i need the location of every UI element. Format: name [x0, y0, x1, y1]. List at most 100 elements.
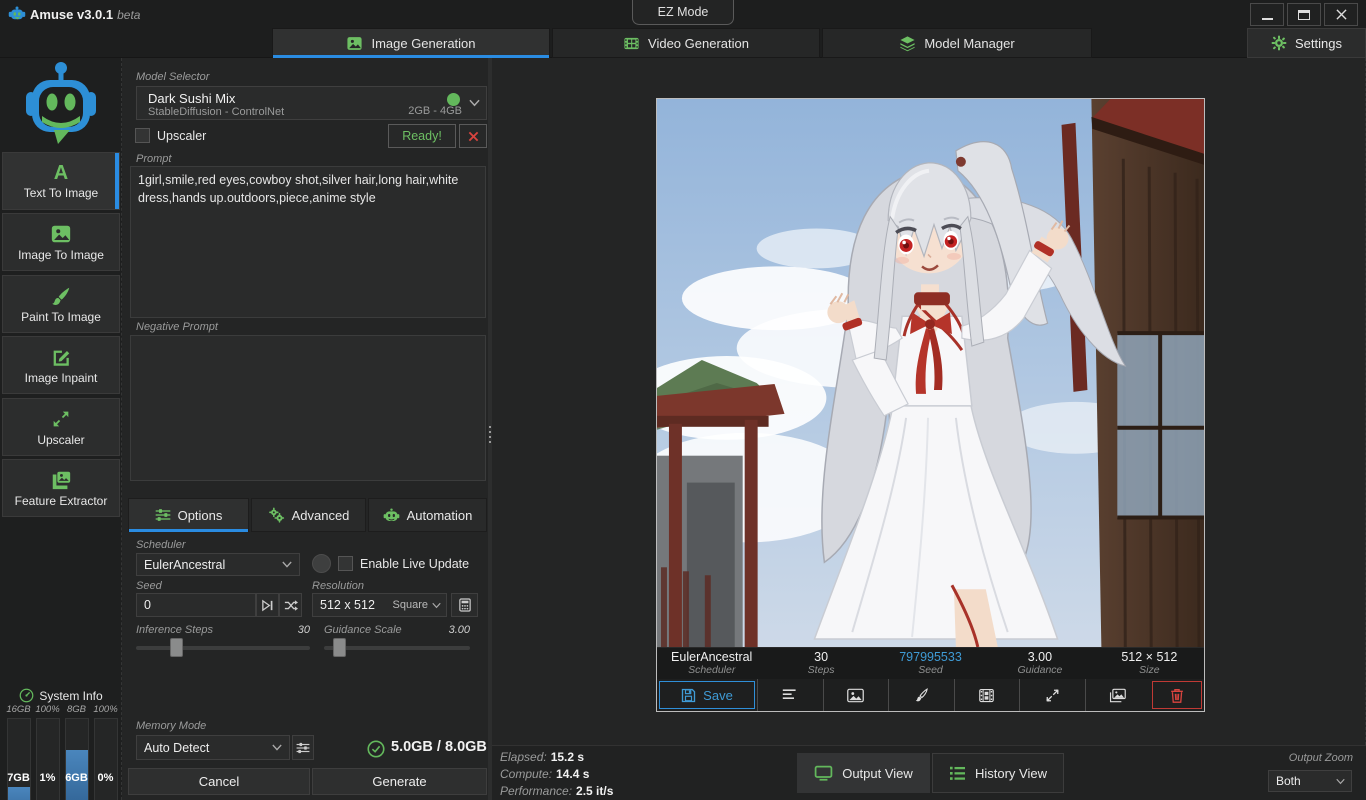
memory-mode-dropdown[interactable]: Auto Detect	[136, 735, 290, 760]
title-bar: Amuse v3.0.1beta EZ Mode	[0, 0, 1366, 28]
generated-image-card: EulerAncestralScheduler 30Steps 79799553…	[656, 98, 1205, 712]
guidance-scale-slider[interactable]	[324, 646, 470, 650]
app-logo-icon	[8, 5, 26, 23]
shuffle-icon	[284, 599, 298, 612]
sidebar-item-text-to-image[interactable]: A Text To Image	[2, 152, 120, 210]
memory-mode-value: Auto Detect	[137, 741, 272, 755]
generate-button[interactable]: Generate	[312, 768, 487, 795]
sidebar-item-paint-to-image[interactable]: Paint To Image	[2, 275, 120, 333]
history-view-button[interactable]: History View	[932, 753, 1064, 793]
chevron-down-icon	[282, 561, 292, 568]
vram-value: 6GB	[62, 772, 91, 784]
sidebar-item-image-inpaint[interactable]: Image Inpaint	[2, 336, 120, 394]
stat-steps: 30Steps	[766, 648, 875, 679]
ready-button[interactable]: Ready!	[388, 124, 456, 148]
seed-value: 0	[137, 598, 255, 612]
red-x-icon	[468, 131, 479, 142]
image-icon	[346, 35, 363, 52]
tab-options[interactable]: Options	[128, 498, 249, 532]
sidebar-item-upscaler[interactable]: Upscaler	[2, 398, 120, 456]
ez-mode-button[interactable]: EZ Mode	[632, 0, 734, 25]
model-memory: 2GB - 4GB	[408, 105, 462, 117]
save-icon	[681, 688, 696, 703]
letter-a-icon: A	[54, 163, 68, 183]
negative-prompt-label: Negative Prompt	[136, 321, 218, 333]
negative-prompt-input[interactable]	[130, 335, 486, 481]
maximize-icon	[1298, 10, 1310, 20]
guidance-slider-handle[interactable]	[333, 638, 346, 657]
check-circle-icon	[367, 740, 385, 758]
seed-increment-button[interactable]	[256, 593, 279, 617]
resolution-group: 512 x 512 Square	[312, 593, 447, 617]
model-selector-dropdown[interactable]: Dark Sushi Mix StableDiffusion - Control…	[136, 86, 487, 120]
send-to-paint-button[interactable]	[888, 679, 954, 711]
send-to-video-button[interactable]	[954, 679, 1020, 711]
gear-icon	[1271, 35, 1287, 51]
inference-steps-slider[interactable]	[136, 646, 310, 650]
skip-end-icon	[261, 599, 274, 612]
sidebar-item-feature-extractor[interactable]: Feature Extractor	[2, 459, 120, 517]
performance-status: Performance:2.5 it/s	[500, 784, 613, 798]
live-update-checkbox[interactable]	[338, 556, 353, 571]
aspect-value[interactable]: Square	[393, 599, 428, 611]
system-info-header: System Info	[0, 688, 122, 703]
tab-model-manager[interactable]: Model Manager	[822, 28, 1092, 58]
model-subtitle: StableDiffusion - ControlNet	[148, 106, 284, 118]
save-label: Save	[703, 688, 733, 703]
cpu-meter	[36, 718, 60, 800]
scheduler-label: Scheduler	[136, 539, 186, 551]
copy-prompt-button[interactable]	[757, 679, 823, 711]
sliders-icon	[155, 508, 171, 522]
delete-image-button[interactable]	[1152, 681, 1202, 709]
inference-steps-value: 30	[270, 624, 310, 636]
resolution-calculator-button[interactable]	[451, 593, 478, 617]
settings-button[interactable]: Settings	[1247, 28, 1366, 58]
sidebar: AMUSE A Text To Image Image To Image Pai…	[0, 58, 122, 800]
seed-label: Seed	[136, 580, 162, 592]
scheduler-dropdown[interactable]: EulerAncestral	[136, 553, 300, 576]
seed-link[interactable]: 797995533	[876, 650, 985, 664]
system-info-title: System Info	[39, 689, 102, 703]
resize-arrows-icon	[1045, 688, 1060, 703]
tab-image-generation[interactable]: Image Generation	[272, 28, 550, 58]
inference-slider-handle[interactable]	[170, 638, 183, 657]
tab-automation[interactable]: Automation	[368, 498, 487, 532]
close-icon	[1336, 9, 1347, 20]
film-icon	[979, 688, 994, 703]
close-button[interactable]	[1324, 3, 1358, 26]
seed-input[interactable]: 0	[136, 593, 256, 617]
maximize-button[interactable]	[1287, 3, 1321, 26]
unload-model-button[interactable]	[459, 124, 487, 148]
edit-square-icon	[50, 346, 72, 368]
send-to-image-button[interactable]	[823, 679, 889, 711]
tab-label: Video Generation	[648, 36, 749, 51]
upscale-button[interactable]	[1019, 679, 1085, 711]
save-image-button[interactable]: Save	[659, 681, 755, 709]
minimize-button[interactable]	[1250, 3, 1284, 26]
prompt-input[interactable]: 1girl,smile,red eyes,cowboy shot,silver …	[130, 166, 486, 318]
active-tab-underline	[129, 529, 248, 532]
gauge-icon	[19, 688, 34, 703]
live-update-indicator	[312, 554, 331, 573]
output-zoom-dropdown[interactable]: Both	[1268, 770, 1352, 792]
chevron-down-icon[interactable]	[432, 602, 441, 609]
memory-settings-button[interactable]	[292, 735, 314, 760]
stat-size: 512 × 512Size	[1095, 648, 1204, 679]
meter-max-vram: 8GB	[62, 704, 91, 715]
generation-panel: Model Selector Dark Sushi Mix StableDiff…	[128, 58, 487, 800]
output-view-button[interactable]: Output View	[797, 753, 930, 793]
tab-video-generation[interactable]: Video Generation	[552, 28, 820, 58]
feature-extract-button[interactable]	[1085, 679, 1151, 711]
tab-advanced[interactable]: Advanced	[251, 498, 366, 532]
upscaler-checkbox[interactable]	[135, 128, 150, 143]
model-name: Dark Sushi Mix	[148, 91, 235, 106]
generated-image[interactable]	[657, 99, 1204, 647]
app-title: Amuse v3.0.1beta	[30, 7, 140, 22]
seed-random-button[interactable]	[279, 593, 302, 617]
sidebar-item-image-to-image[interactable]: Image To Image	[2, 213, 120, 271]
text-lines-icon	[782, 688, 798, 702]
resolution-label: Resolution	[312, 580, 364, 592]
resolution-value: 512 x 512	[313, 598, 393, 612]
cancel-button[interactable]: Cancel	[128, 768, 310, 795]
calculator-icon	[459, 598, 471, 612]
